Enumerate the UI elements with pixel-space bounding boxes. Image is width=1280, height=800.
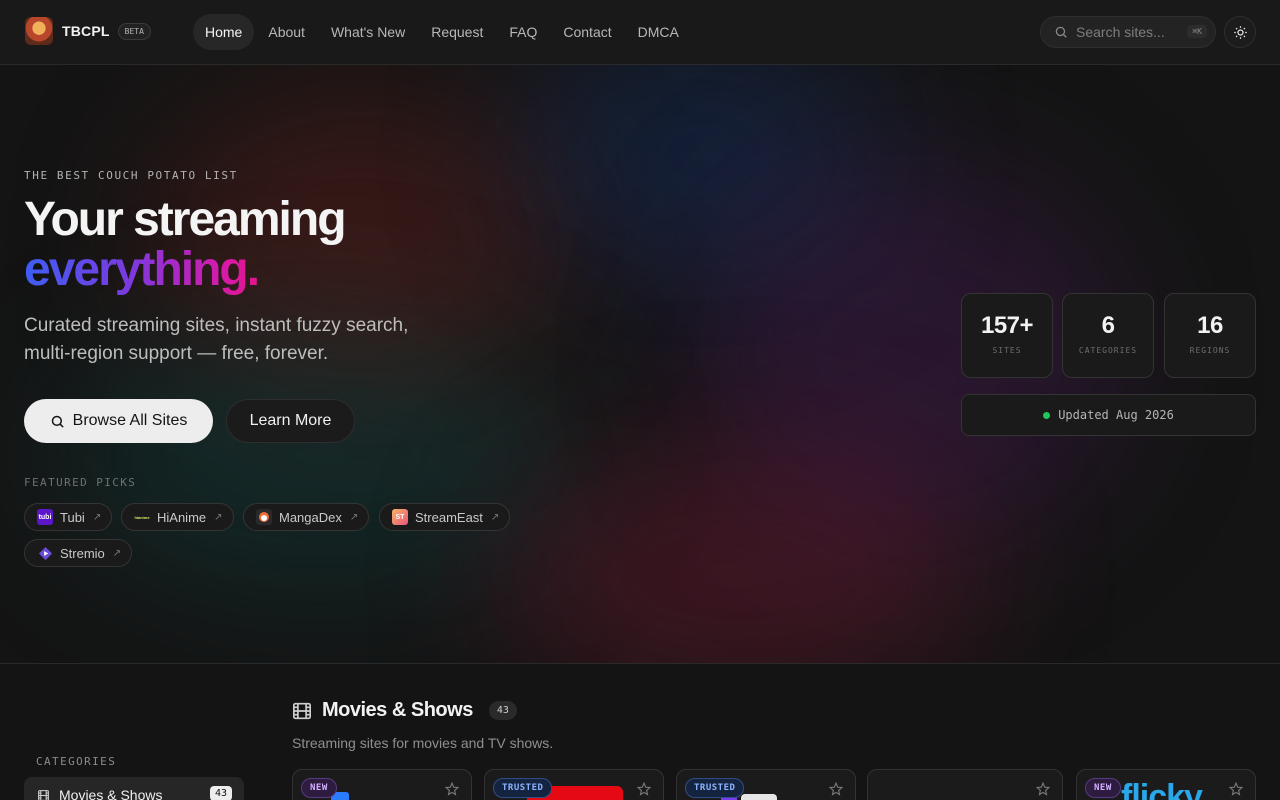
site-card[interactable]: TRUSTED xyxy=(484,769,664,800)
beta-badge: BETA xyxy=(117,22,151,40)
search-icon xyxy=(1055,26,1067,38)
nav-links: Home About What's New Request FAQ Contac… xyxy=(193,14,693,50)
sidebar-item-label: Movies & Shows xyxy=(59,787,163,800)
sidebar-item-movies-shows[interactable]: Movies & Shows 43 xyxy=(24,777,244,800)
featured-picks-label: FEATURED PICKS xyxy=(24,476,137,489)
section-subtitle: Streaming sites for movies and TV shows. xyxy=(292,735,554,751)
stremio-icon xyxy=(37,545,53,561)
theme-toggle-button[interactable] xyxy=(1224,16,1256,48)
featured-chip-label: HiAnime xyxy=(157,509,207,525)
nav-link-dmca[interactable]: DMCA xyxy=(626,14,691,50)
nav-link-faq[interactable]: FAQ xyxy=(497,14,549,50)
nav-link-contact[interactable]: Contact xyxy=(551,14,623,50)
tubi-icon: tubi xyxy=(37,509,53,525)
learn-more-button[interactable]: Learn More xyxy=(226,399,355,443)
hero-subtitle: Curated streaming sites, instant fuzzy s… xyxy=(24,315,409,364)
external-link-icon: ↗ xyxy=(214,511,223,523)
nav-link-home[interactable]: Home xyxy=(193,14,255,50)
hero-title-line1: Your streaming xyxy=(24,193,347,246)
site-logo xyxy=(741,794,777,800)
status-dot-icon xyxy=(1043,411,1051,419)
external-link-icon: ↗ xyxy=(92,511,102,523)
nav-link-about[interactable]: About xyxy=(256,14,317,50)
sun-icon xyxy=(1233,25,1247,39)
categories-label: CATEGORIES xyxy=(36,755,117,768)
featured-chip-hianime[interactable]: hianime HiAnime ↗ xyxy=(121,503,234,531)
mangadex-icon xyxy=(256,509,272,525)
site-card[interactable]: TRUSTED xyxy=(676,769,856,800)
stat-label: REGIONS xyxy=(1189,346,1231,355)
external-link-icon: ↗ xyxy=(349,511,359,523)
trusted-badge: TRUSTED xyxy=(493,778,553,798)
hianime-icon: hianime xyxy=(134,509,150,525)
nav-link-whats-new[interactable]: What's New xyxy=(319,14,417,50)
top-navbar: TBCPL BETA Home About What's New Request… xyxy=(0,0,1280,65)
stat-label: CATEGORIES xyxy=(1078,346,1138,355)
site-card[interactable] xyxy=(867,769,1063,800)
stat-card-categories: 6 CATEGORIES xyxy=(1062,293,1154,378)
external-link-icon: ↗ xyxy=(112,547,122,559)
section-header: Movies & Shows 43 xyxy=(292,699,517,722)
film-icon xyxy=(38,789,49,800)
hero-section: THE BEST COUCH POTATO LIST Your streamin… xyxy=(0,65,1280,663)
search-icon xyxy=(51,415,64,428)
new-badge: NEW xyxy=(301,778,337,798)
updated-status: Updated Aug 2026 xyxy=(961,394,1256,436)
featured-chip-streameast[interactable]: ST StreamEast ↗ xyxy=(379,503,511,531)
hero-eyebrow: THE BEST COUCH POTATO LIST xyxy=(24,169,238,182)
featured-chip-label: MangaDex xyxy=(279,509,342,525)
external-link-icon: ↗ xyxy=(490,511,500,523)
featured-chip-label: StreamEast xyxy=(415,509,483,525)
sidebar-item-count: 43 xyxy=(209,786,232,800)
brand-name: TBCPL xyxy=(62,23,110,39)
catalog-section: CATEGORIES Movies & Shows 43 Movies & Sh… xyxy=(0,663,1280,800)
star-icon[interactable] xyxy=(637,782,651,796)
new-badge: NEW xyxy=(1085,778,1121,798)
site-card[interactable]: NEW xyxy=(292,769,472,800)
brand-logo-icon xyxy=(25,17,53,45)
section-count-badge: 43 xyxy=(488,701,517,720)
hero-title-line2: everything. xyxy=(24,243,260,296)
film-icon xyxy=(293,702,311,719)
search-input[interactable] xyxy=(1076,24,1176,40)
browse-all-sites-label: Browse All Sites xyxy=(72,412,188,429)
site-logo: flicky xyxy=(1121,778,1203,800)
star-icon[interactable] xyxy=(829,782,843,796)
star-icon[interactable] xyxy=(1229,782,1243,796)
nav-link-request[interactable]: Request xyxy=(419,14,495,50)
stat-value: 157+ xyxy=(980,312,1034,339)
trusted-badge: TRUSTED xyxy=(685,778,745,798)
site-card[interactable]: flicky NEW xyxy=(1076,769,1256,800)
stat-value: 6 xyxy=(1101,312,1115,339)
search-box[interactable]: ⌘K xyxy=(1040,16,1216,48)
featured-chip-tubi[interactable]: tubi Tubi ↗ xyxy=(24,503,113,531)
stat-value: 16 xyxy=(1197,312,1223,339)
streameast-icon: ST xyxy=(392,509,408,525)
featured-chip-stremio[interactable]: Stremio ↗ xyxy=(24,539,133,567)
stat-card-regions: 16 REGIONS xyxy=(1164,293,1256,378)
updated-text: Updated Aug 2026 xyxy=(1058,408,1174,422)
stat-label: SITES xyxy=(992,346,1022,355)
brand[interactable]: TBCPL BETA xyxy=(25,17,151,45)
featured-chip-label: Tubi xyxy=(60,509,85,525)
section-title: Movies & Shows xyxy=(322,699,473,721)
browse-all-sites-button[interactable]: Browse All Sites xyxy=(24,399,213,443)
stat-card-sites: 157+ SITES xyxy=(961,293,1053,378)
star-icon[interactable] xyxy=(445,782,459,796)
star-icon[interactable] xyxy=(1036,782,1050,796)
featured-chip-label: Stremio xyxy=(60,545,105,561)
search-shortcut: ⌘K xyxy=(1187,25,1207,38)
featured-chip-mangadex[interactable]: MangaDex ↗ xyxy=(243,503,370,531)
